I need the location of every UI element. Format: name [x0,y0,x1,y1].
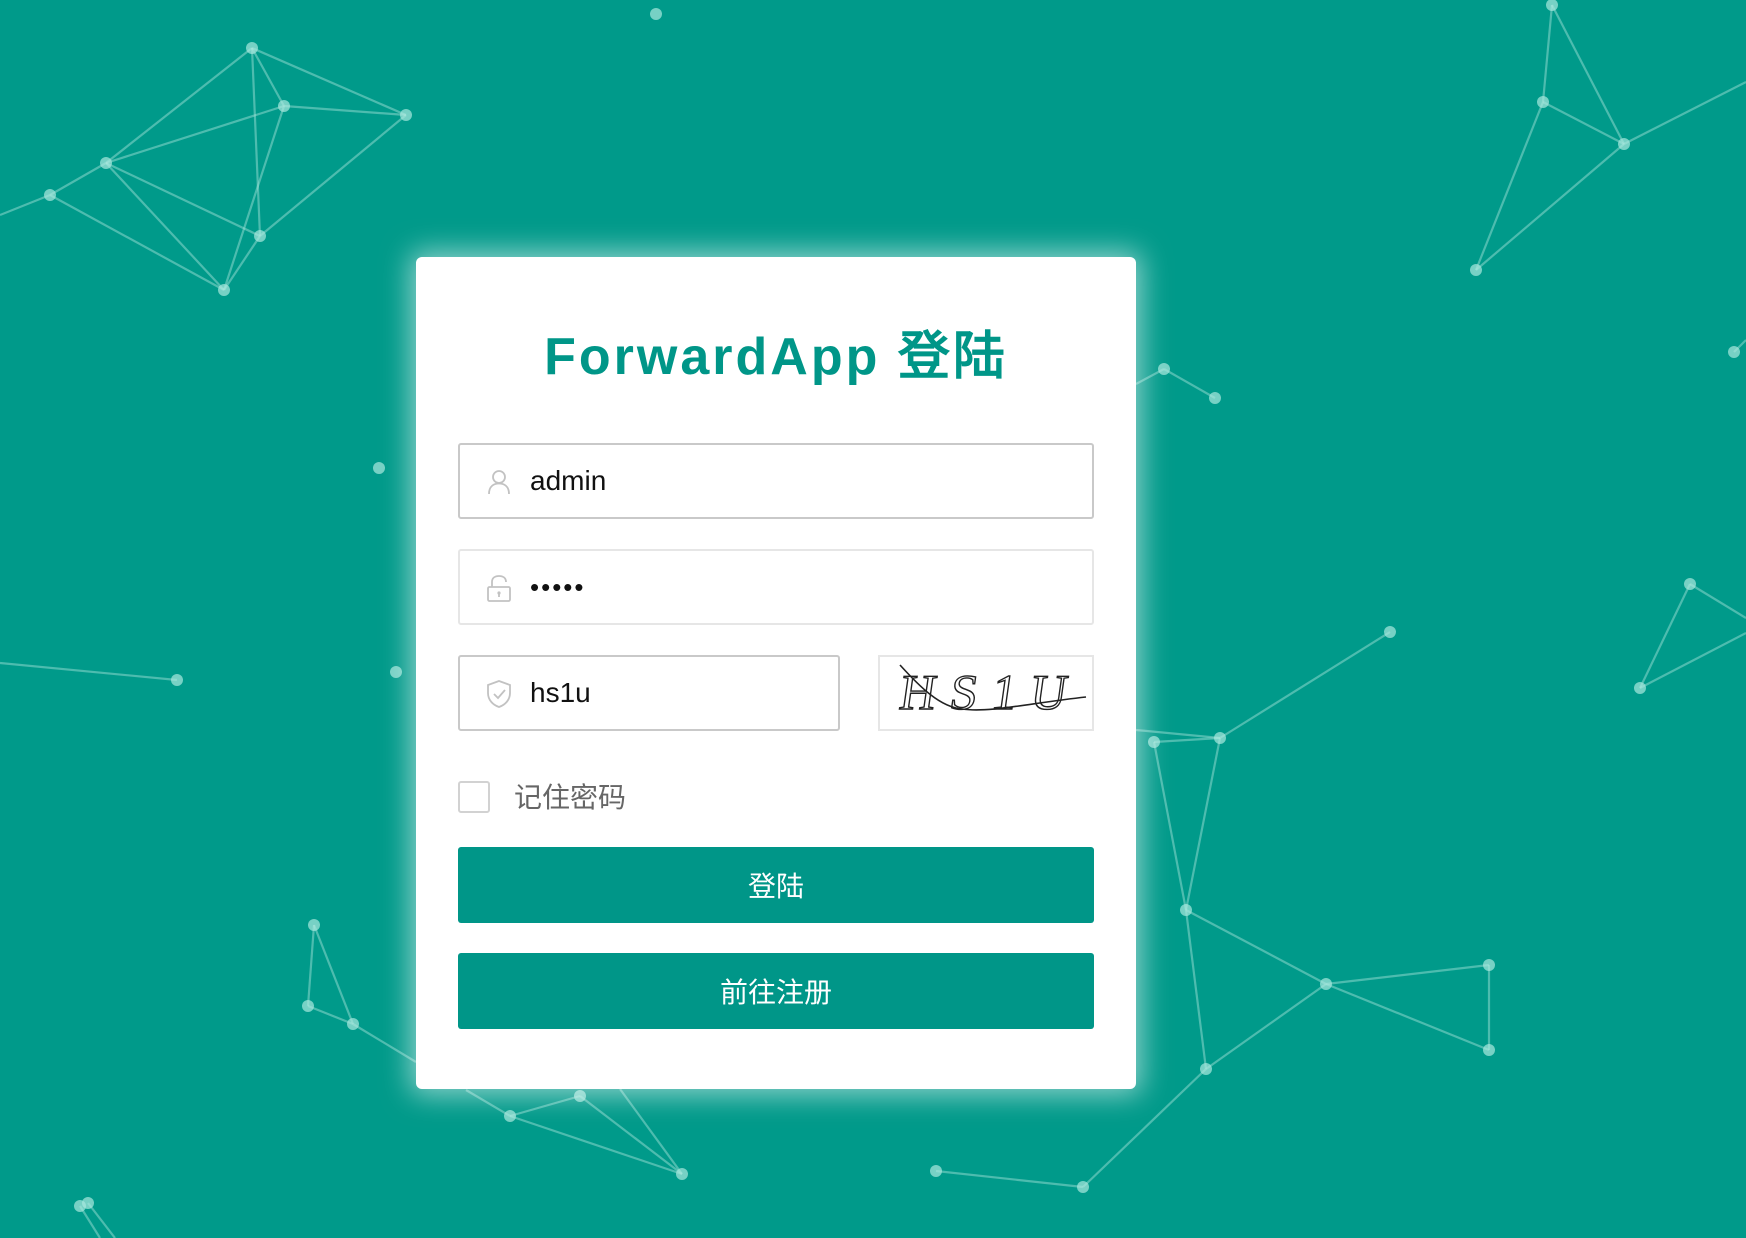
register-button[interactable]: 前往注册 [458,953,1094,1029]
username-input[interactable] [530,445,1080,517]
remember-password-checkbox[interactable] [458,781,490,813]
username-field[interactable] [458,443,1094,519]
shield-check-icon [487,680,511,708]
lock-icon [487,575,511,602]
captcha-graphic: HS1U [896,664,1087,721]
page-title: ForwardApp 登陆 [544,328,1008,386]
login-button[interactable]: 登陆 [458,847,1094,923]
remember-password-label: 记住密码 [514,782,627,813]
remember-password-row[interactable]: 记住密码 [458,779,758,819]
password-input[interactable] [530,551,1080,623]
captcha-image[interactable]: HS1U [878,655,1094,731]
login-card: ForwardApp 登陆 HS1U [416,257,1136,1089]
captcha-input[interactable] [530,657,830,729]
captcha-image-text: HS1U [896,664,1085,720]
password-field[interactable] [458,549,1094,625]
captcha-field[interactable] [458,655,840,731]
user-icon [488,470,510,495]
